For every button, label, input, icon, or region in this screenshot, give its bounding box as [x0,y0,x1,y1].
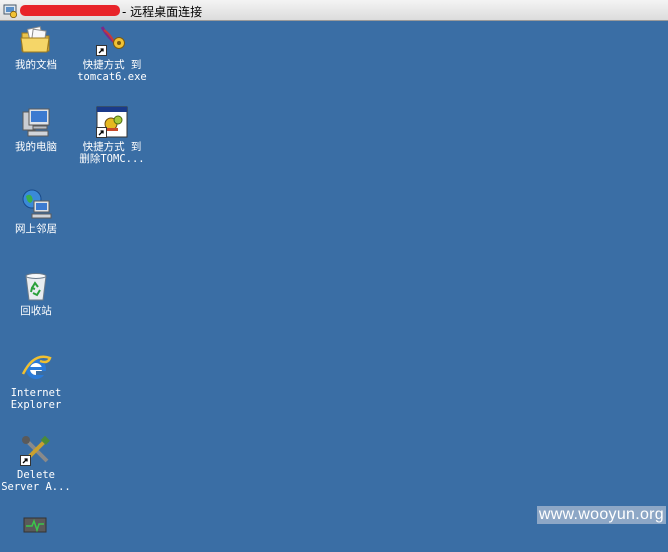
monitor-activity-icon [23,517,47,533]
shortcut-arrow-icon [96,127,107,138]
desktop-icon-my-computer[interactable]: 我的电脑 [0,106,76,153]
desktop-icon-network-places[interactable]: 网上邻居 [0,188,76,235]
desktop-icon-my-documents[interactable]: 我的文档 [0,24,76,71]
desktop-icon-partial[interactable] [0,516,76,548]
desktop-icon-label-line2: 删除TOMC... [79,153,145,165]
desktop-icon-shortcut-tomcat6[interactable]: 快捷方式 到 tomcat6.exe [72,24,152,83]
network-globe-icon [22,189,52,219]
window-titlebar[interactable]: - 远程桌面连接 [0,0,668,21]
desktop-icon-label-line2: Server A... [1,481,71,493]
desktop-icon-label-line1: Delete [17,469,55,481]
remote-desktop-icon[interactable] [3,3,18,18]
desktop-icon-label-line2: Explorer [10,399,62,411]
watermark: www.wooyun.org [536,506,666,524]
redacted-hostname [20,5,120,16]
desktop-icon-recycle-bin[interactable]: 回收站 [0,270,76,317]
computer-icon [22,108,50,137]
desktop-icon-delete-server[interactable]: Delete Server A... [0,434,76,493]
window-title: - 远程桌面连接 [122,5,203,19]
desktop-icon-label-line1: Internet [10,387,62,399]
desktop-icon-label-line2: tomcat6.exe [77,71,147,83]
desktop-icon-shortcut-delete-tomcat[interactable]: 快捷方式 到 删除TOMC... [72,106,152,165]
desktop-icon-label: 我的电脑 [15,141,57,153]
desktop-icon-label-line1: 快捷方式 到 [82,59,142,71]
desktop-icon-label: 我的文档 [15,59,57,71]
desktop-icon-label: 网上邻居 [15,223,57,235]
shortcut-arrow-icon [96,45,107,56]
desktop-icon-label-line1: 快捷方式 到 [82,141,142,153]
desktop-icon-label: 回收站 [20,305,52,317]
desktop-icon-internet-explorer[interactable]: Internet Explorer [0,352,76,411]
ie-icon [21,355,52,379]
shortcut-arrow-icon [20,455,31,466]
folder-documents-icon [20,26,50,53]
recycle-bin-icon [25,273,47,301]
